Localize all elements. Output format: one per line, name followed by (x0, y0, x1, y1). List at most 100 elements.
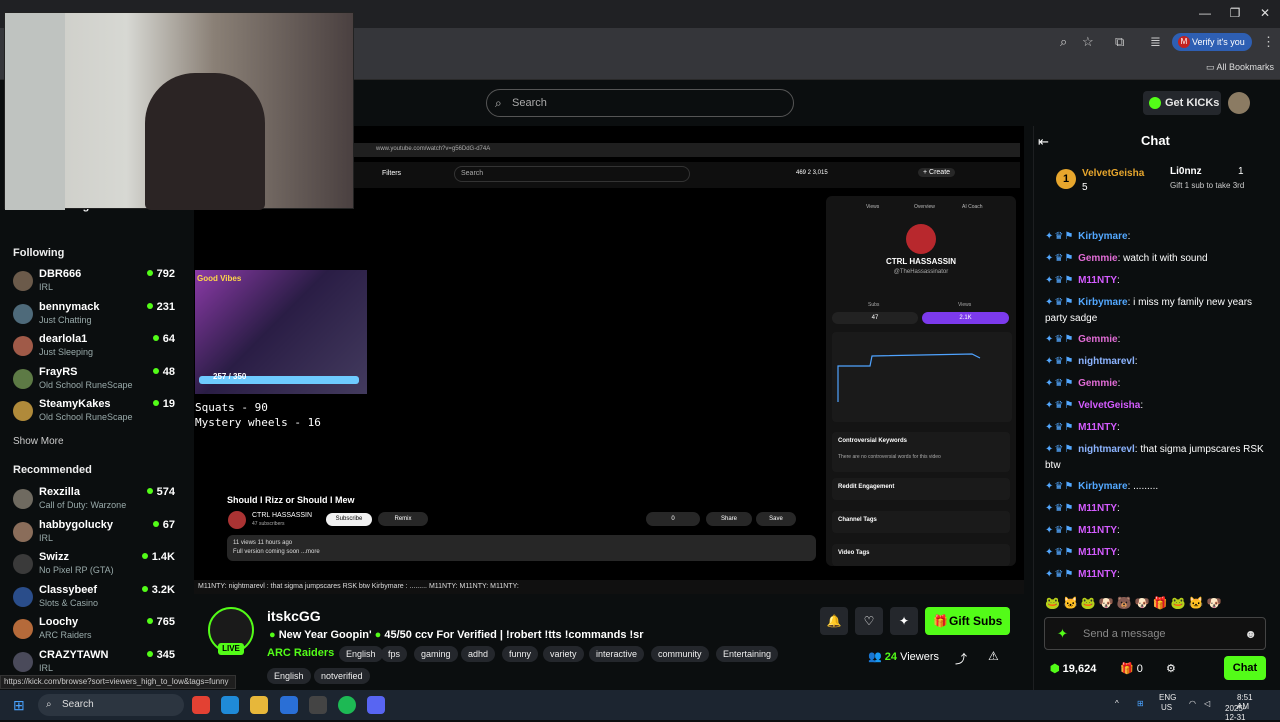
recommended-channel[interactable]: habbygolucky IRL 67 (13, 519, 181, 547)
chat-message: ✦♛⚑ Kirbymare: ......... (1045, 481, 1159, 492)
analytics-avatar (906, 224, 936, 254)
chat-username[interactable]: M11NTY (1078, 422, 1117, 433)
chevron-up-icon: ^ (1115, 699, 1119, 708)
emoji-icon[interactable]: ☻ (1244, 627, 1257, 641)
recommended-channel[interactable]: Loochy ARC Raiders 765 (13, 616, 181, 644)
report-icon[interactable]: ⚠ (988, 649, 999, 663)
viewer-count: 792 (147, 268, 175, 280)
zoom-icon[interactable]: ⌕ (1060, 34, 1067, 50)
emote-row[interactable]: 🐸🐱🐸🐶🐻🐶🎁🐸🐱🐶 (1045, 596, 1275, 612)
following-channel[interactable]: DBR666 IRL 792 (13, 268, 181, 296)
user-avatar[interactable] (1228, 92, 1250, 114)
status-url: https://kick.com/browse?sort=viewers_hig… (0, 675, 236, 689)
chat-username[interactable]: Gemmie (1078, 253, 1117, 264)
user-badges: ✦♛⚑ (1045, 569, 1079, 580)
chat-username[interactable]: nightmarevl (1078, 444, 1135, 455)
close-icon[interactable]: ✕ (1256, 6, 1274, 22)
viewer-count: 231 (147, 301, 175, 313)
chat-send-button[interactable]: Chat (1224, 656, 1266, 680)
channel-name: DBR666 (39, 268, 82, 280)
all-bookmarks-link[interactable]: ▭ All Bookmarks (1206, 62, 1274, 73)
file-explorer-icon[interactable] (250, 696, 268, 714)
tag-notverified[interactable]: notverified (314, 668, 370, 684)
kicks-icon (1149, 97, 1161, 109)
kicks-balance: ⬢ 19,624 (1050, 663, 1097, 675)
views-line-chart (832, 332, 1012, 422)
chat-username[interactable]: Kirbymare (1078, 481, 1127, 492)
follow-heart-icon[interactable]: ♡ (855, 607, 883, 635)
chat-message: ✦♛⚑ Gemmie: (1045, 334, 1121, 345)
taskbar-search[interactable]: ⌕ Search (38, 694, 184, 716)
volume-icon: ◁ (1204, 699, 1211, 708)
search-input[interactable]: ⌕ Search (486, 89, 794, 117)
bell-icon[interactable]: 🔔 (820, 607, 848, 635)
chat-username[interactable]: Kirbymare (1078, 231, 1127, 242)
tag-funny[interactable]: funny (502, 646, 539, 662)
media-icon[interactable]: ≣ (1150, 34, 1161, 50)
tag-english[interactable]: English (267, 668, 311, 684)
stream-category[interactable]: ARC Raiders (267, 647, 334, 659)
edge-icon[interactable] (221, 696, 239, 714)
chat-username[interactable]: M11NTY (1078, 275, 1117, 286)
gift-leaderboard: 1 VelvetGeisha 5 Li0nnz 1 Gift 1 sub to … (1046, 163, 1276, 203)
folder-icon: ▭ (1206, 62, 1217, 72)
extensions-icon[interactable]: ⧉ (1115, 34, 1124, 50)
kebab-menu-icon[interactable]: ⋮ (1262, 34, 1275, 50)
chat-input[interactable]: ✦ Send a message ☻ (1044, 617, 1266, 650)
maximize-icon[interactable]: ❐ (1226, 6, 1244, 22)
recommended-channel[interactable]: CRAZYTAWN IRL 345 (13, 649, 181, 677)
settings-icon[interactable]: ⚙ (1166, 662, 1176, 675)
chat-username[interactable]: Kirbymare (1078, 297, 1127, 308)
captured-channel-subs: 47 subscribers (252, 521, 285, 527)
gift-subs-button[interactable]: 🎁 Gift Subs (925, 607, 1010, 635)
user-badges: ✦♛⚑ (1045, 400, 1079, 411)
collapse-chat-icon[interactable]: ⇤ (1038, 134, 1049, 150)
following-channel[interactable]: SteamyKakes Old School RuneScape 19 (13, 398, 181, 426)
chat-message: ✦♛⚑ Gemmie: watch it with sound (1045, 253, 1208, 264)
show-more-link[interactable]: Show More (13, 436, 64, 447)
chat-username[interactable]: M11NTY (1078, 525, 1117, 536)
streamer-name[interactable]: itskcGG (267, 608, 321, 624)
verify-label: Verify it's you (1192, 37, 1245, 47)
tag-adhd[interactable]: adhd (461, 646, 496, 662)
get-kicks-button[interactable]: Get KICKs (1143, 91, 1221, 115)
share-icon[interactable]: ⤴ (955, 650, 967, 667)
chat-username[interactable]: nightmarevl (1078, 356, 1135, 367)
recommended-channel[interactable]: Rexzilla Call of Duty: Warzone 574 (13, 486, 181, 514)
recommended-channel[interactable]: Swizz No Pixel RP (GTA) 1.4K (13, 551, 181, 579)
windows-start-icon[interactable]: ⊞ (13, 697, 25, 714)
captured-remix: Remix (378, 512, 428, 526)
recommended-channel[interactable]: Classybeef Slots & Casino 3.2K (13, 584, 181, 612)
chat-username[interactable]: VelvetGeisha (1078, 400, 1140, 411)
minimize-icon[interactable]: — (1196, 6, 1214, 22)
discord-icon[interactable] (367, 696, 385, 714)
tag-variety[interactable]: variety (543, 646, 584, 662)
chat-username[interactable]: Gemmie (1078, 378, 1117, 389)
user-badges: ✦♛⚑ (1045, 547, 1079, 558)
spotify-icon[interactable] (338, 696, 356, 714)
chat-username[interactable]: M11NTY (1078, 569, 1117, 580)
tag-gaming[interactable]: gaming (414, 646, 458, 662)
following-channel[interactable]: FrayRS Old School RuneScape 48 (13, 366, 181, 394)
chat-username[interactable]: M11NTY (1078, 547, 1117, 558)
star-icon[interactable]: ☆ (1082, 34, 1094, 50)
following-channel[interactable]: dearlola1 Just Sleeping 64 (13, 333, 181, 361)
tag-interactive[interactable]: interactive (589, 646, 645, 662)
verify-profile-button[interactable]: M Verify it's you (1172, 33, 1252, 51)
sparkle-icon[interactable]: ✦ (890, 607, 918, 635)
chat-username[interactable]: M11NTY (1078, 503, 1117, 514)
following-channel[interactable]: bennymack Just Chatting 231 (13, 301, 181, 329)
tag-entertaining[interactable]: Entertaining (716, 646, 779, 662)
store-icon[interactable] (280, 696, 298, 714)
user-badges: ✦♛⚑ (1045, 378, 1079, 389)
user-badges: ✦♛⚑ (1045, 422, 1079, 433)
tag-community[interactable]: community (651, 646, 709, 662)
obs-icon[interactable] (309, 696, 327, 714)
tag-fps[interactable]: fps (381, 646, 408, 662)
tag-english[interactable]: English (339, 646, 383, 662)
sparkle-icon[interactable]: ✦ (1057, 626, 1068, 642)
chat-message: ✦♛⚑ nightmarevl: that sigma jumpscares R… (1045, 444, 1264, 471)
gift-icon: 🎁 (933, 614, 948, 628)
chat-username[interactable]: Gemmie (1078, 334, 1117, 345)
chrome-icon[interactable] (192, 696, 210, 714)
